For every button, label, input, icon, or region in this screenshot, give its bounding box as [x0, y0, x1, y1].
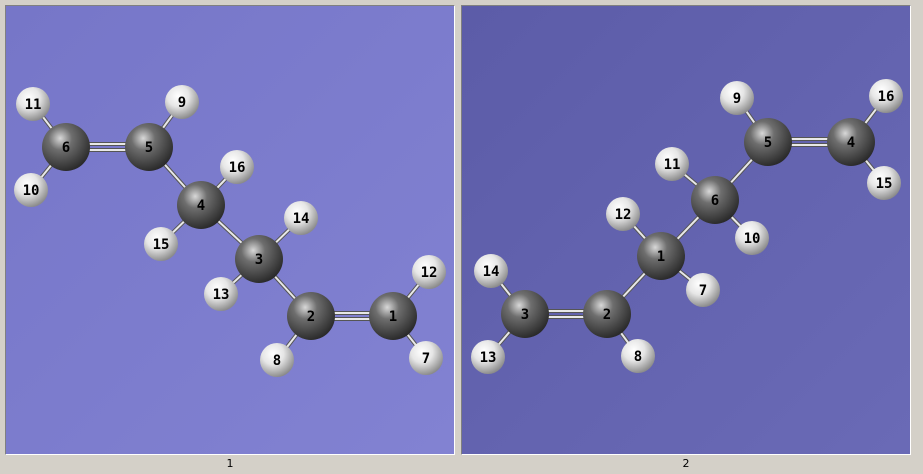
atom-label: 1 [389, 309, 397, 325]
hydrogen-atom-8[interactable]: 8 [260, 343, 294, 377]
hydrogen-atom-12[interactable]: 12 [412, 255, 446, 289]
atom-label: 4 [197, 198, 205, 214]
atom-label: 7 [699, 283, 707, 299]
atom-label: 16 [229, 160, 246, 176]
carbon-atom-1[interactable]: 1 [637, 232, 685, 280]
carbon-atom-3[interactable]: 3 [235, 235, 283, 283]
carbon-atom-1[interactable]: 1 [369, 292, 417, 340]
hydrogen-atom-15[interactable]: 15 [867, 166, 901, 200]
hydrogen-atom-10[interactable]: 10 [14, 173, 48, 207]
molecule-viewport-1[interactable]: 7 8 9 10 11 12 13 14 15 16 1 2 3 4 5 6 [5, 5, 455, 455]
viewport-caption-2: 2 [682, 457, 690, 470]
atom-label: 14 [293, 211, 310, 227]
carbon-atom-6[interactable]: 6 [691, 176, 739, 224]
atom-label: 15 [876, 176, 893, 192]
atom-label: 8 [273, 353, 281, 369]
atom-label: 3 [521, 307, 529, 323]
atom-label: 6 [711, 193, 719, 209]
atom-label: 16 [878, 89, 895, 105]
hydrogen-atom-7[interactable]: 7 [409, 341, 443, 375]
hydrogen-atom-10[interactable]: 10 [735, 221, 769, 255]
molecule-viewport-2[interactable]: 7 8 9 10 11 12 13 14 15 16 1 2 3 4 5 6 [461, 5, 911, 455]
atom-label: 5 [145, 140, 153, 156]
atom-label: 15 [153, 237, 170, 253]
bonds [29, 100, 431, 362]
atom-label: 6 [62, 140, 70, 156]
carbon-atom-4[interactable]: 4 [827, 118, 875, 166]
hydrogen-atom-14[interactable]: 14 [284, 201, 318, 235]
hydrogen-atom-7[interactable]: 7 [686, 273, 720, 307]
hydrogen-atom-15[interactable]: 15 [144, 227, 178, 261]
atom-label: 13 [480, 350, 497, 366]
atom-label: 13 [213, 287, 230, 303]
carbon-atom-5[interactable]: 5 [125, 123, 173, 171]
atom-label: 10 [23, 183, 40, 199]
atom-label: 9 [178, 95, 186, 111]
hydrogen-atom-16[interactable]: 16 [220, 150, 254, 184]
atom-label: 4 [847, 135, 855, 151]
atom-label: 12 [421, 265, 438, 281]
atom-label: 5 [764, 135, 772, 151]
atom-label: 1 [657, 249, 665, 265]
carbon-atom-2[interactable]: 2 [287, 292, 335, 340]
atom-label: 2 [307, 309, 315, 325]
hydrogen-atom-16[interactable]: 16 [869, 79, 903, 113]
atom-label: 12 [615, 207, 632, 223]
atom-label: 10 [744, 231, 761, 247]
atom-label: 11 [664, 157, 681, 173]
atom-label: 7 [422, 351, 430, 367]
atom-label: 2 [603, 307, 611, 323]
carbon-atom-3[interactable]: 3 [501, 290, 549, 338]
hydrogen-atom-12[interactable]: 12 [606, 197, 640, 231]
hydrogen-atom-11[interactable]: 11 [16, 87, 50, 121]
hydrogen-atom-9[interactable]: 9 [720, 81, 754, 115]
carbon-atom-4[interactable]: 4 [177, 181, 225, 229]
carbon-atom-5[interactable]: 5 [744, 118, 792, 166]
viewport-caption-1: 1 [226, 457, 234, 470]
carbon-atom-2[interactable]: 2 [583, 290, 631, 338]
atom-label: 14 [483, 264, 500, 280]
hydrogen-atom-14[interactable]: 14 [474, 254, 508, 288]
hydrogen-atom-8[interactable]: 8 [621, 339, 655, 373]
molecule-canvas-2[interactable]: 78910111213141516123456 [462, 6, 911, 455]
atom-label: 11 [25, 97, 42, 113]
atom-label: 3 [255, 252, 263, 268]
atom-label: 8 [634, 349, 642, 365]
hydrogen-atom-13[interactable]: 13 [204, 277, 238, 311]
atom-label: 9 [733, 91, 741, 107]
carbon-atom-6[interactable]: 6 [42, 123, 90, 171]
hydrogen-atom-11[interactable]: 11 [655, 147, 689, 181]
hydrogen-atom-9[interactable]: 9 [165, 85, 199, 119]
molecule-canvas-1[interactable]: 78910111213141516123456 [6, 6, 455, 455]
hydrogen-atom-13[interactable]: 13 [471, 340, 505, 374]
